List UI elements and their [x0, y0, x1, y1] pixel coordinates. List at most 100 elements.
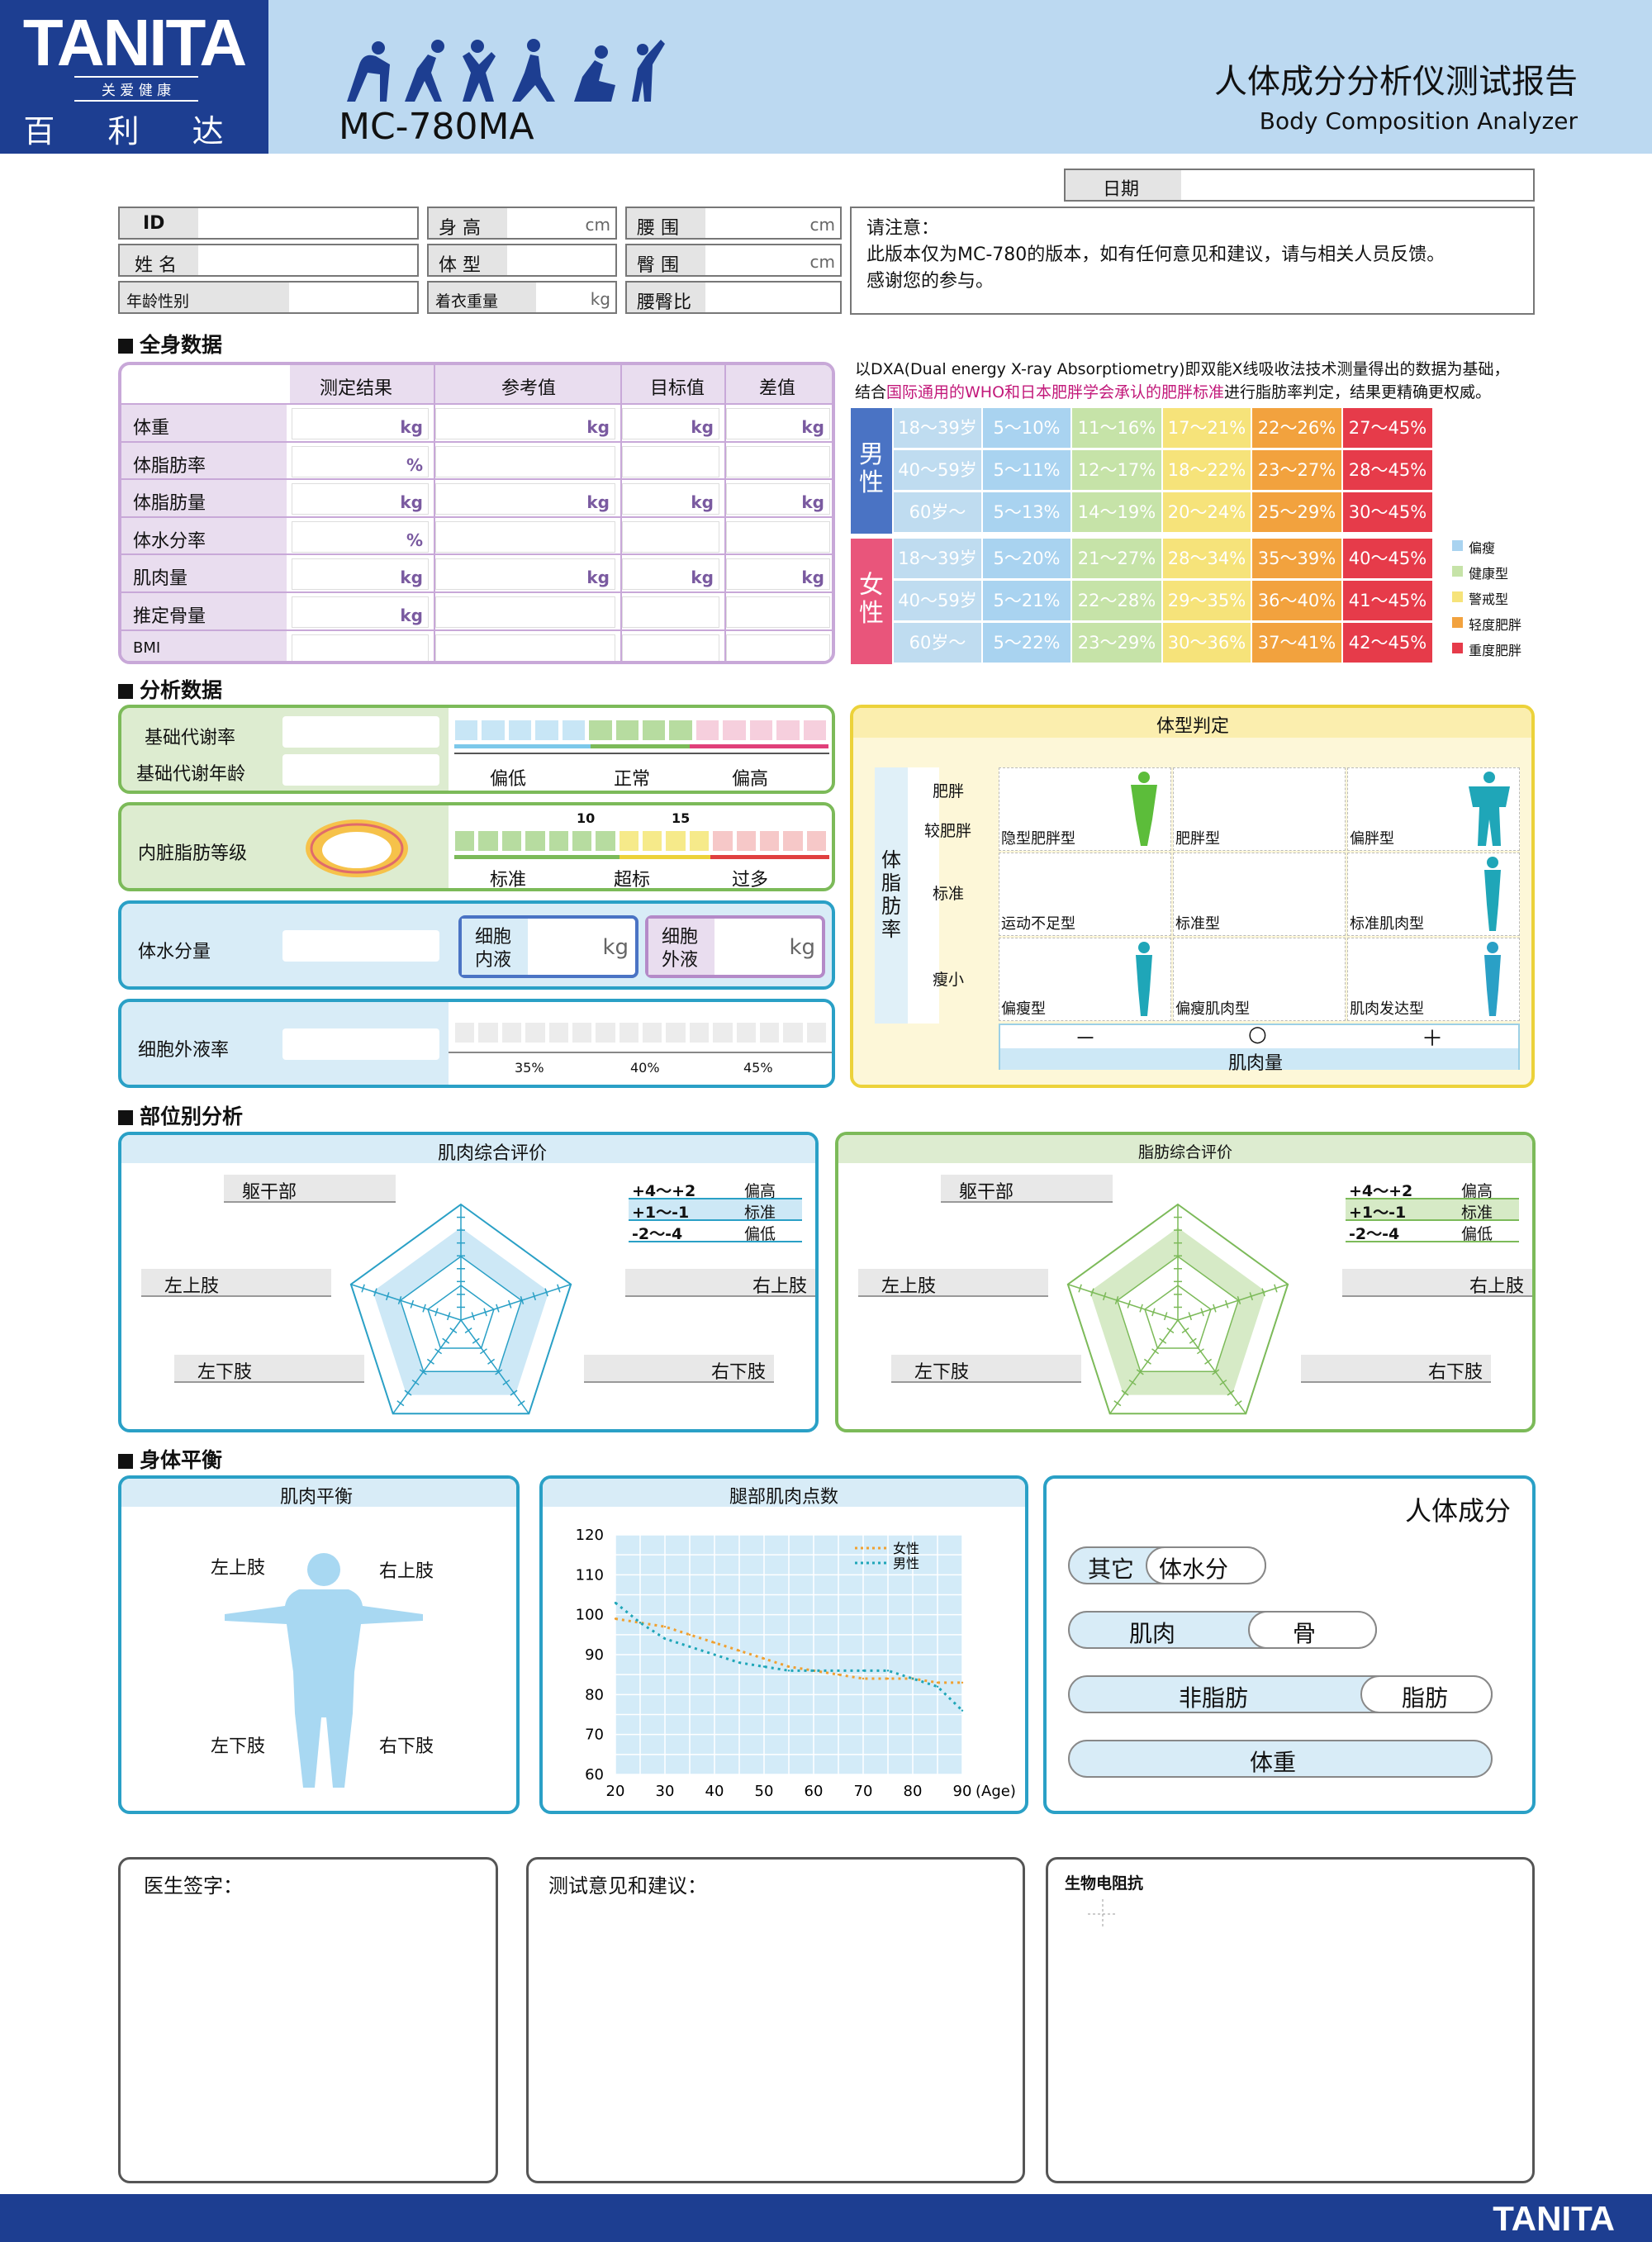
y-tick-label: 60	[585, 1766, 604, 1784]
ecw-ratio-label: 细胞外液率	[138, 1040, 230, 1061]
table-cell[interactable]	[435, 596, 615, 628]
table-cell[interactable]	[726, 634, 830, 661]
comp-muscle: 肌肉	[1129, 1620, 1176, 1647]
segment-part-label: 左下肢	[914, 1362, 970, 1383]
segment-part-field[interactable]: 右上肢	[625, 1269, 815, 1297]
table-cell[interactable]: kg	[435, 483, 615, 515]
scale-segment	[642, 830, 663, 852]
body-type-cell[interactable]: 隐型肥胖型	[999, 767, 1171, 851]
table-cell[interactable]: kg	[726, 558, 830, 591]
segment-part-field[interactable]: 左下肢	[174, 1355, 364, 1383]
table-cell[interactable]	[292, 634, 429, 661]
dxa-cell: 25～29%	[1252, 492, 1341, 532]
series-point	[663, 1625, 667, 1628]
dxa-cell: 11～16%	[1072, 408, 1161, 448]
waist-field[interactable]: 腰 围 cm	[625, 207, 842, 240]
notice-line-1: 请注意：	[866, 218, 940, 239]
body-type-panel: 体型判定 体脂肪率 肥胖 较肥胖 标准 瘦小 － ○ ＋ 肌肉量 隐型肥胖型 肥胖…	[850, 705, 1535, 1088]
table-cell[interactable]	[726, 596, 830, 628]
segment-part-field[interactable]: 右上肢	[1342, 1269, 1532, 1297]
name-field[interactable]: 姓 名	[118, 244, 419, 277]
body-type-cell-label: 偏瘦肌肉型	[1175, 1000, 1250, 1018]
whr-label: 腰臀比	[637, 292, 692, 313]
id-field[interactable]: ID	[118, 207, 419, 240]
segment-part-label: 左上肢	[164, 1276, 220, 1297]
body-type-cell[interactable]: 偏瘦型	[999, 938, 1171, 1021]
segment-part-field[interactable]: 左下肢	[891, 1355, 1081, 1383]
scale-segment	[776, 720, 800, 741]
table-cell[interactable]	[726, 445, 830, 477]
scale-segment	[782, 830, 804, 852]
table-cell[interactable]: kg	[622, 408, 719, 439]
body-type-cell[interactable]: 运动不足型	[999, 853, 1171, 936]
table-cell[interactable]: kg	[622, 558, 719, 591]
table-cell[interactable]	[435, 520, 615, 553]
segment-part-field[interactable]: 左上肢	[141, 1269, 331, 1297]
date-field[interactable]: 日期	[1064, 169, 1535, 202]
hip-unit: cm	[809, 252, 835, 272]
table-cell[interactable]: kg	[726, 483, 830, 515]
hip-field[interactable]: 臀 围 cm	[625, 244, 842, 277]
comp-weight: 体重	[1250, 1749, 1297, 1776]
table-cell[interactable]: kg	[292, 558, 429, 591]
table-cell[interactable]	[622, 520, 719, 553]
body-type-cell[interactable]: 标准肌肉型	[1347, 853, 1520, 936]
dxa-cell: 5～21%	[983, 581, 1070, 620]
dxa-note-2a: 结合	[855, 383, 887, 401]
icw-box[interactable]: 细胞 内液 kg	[458, 915, 638, 978]
segment-part-field[interactable]: 右下肢	[1301, 1355, 1491, 1383]
scale-segment	[477, 1022, 499, 1043]
table-cell[interactable]: kg	[622, 483, 719, 515]
body-type-field[interactable]: 体 型	[427, 244, 617, 277]
ecw-box[interactable]: 细胞 外液 kg	[645, 915, 825, 978]
height-unit: cm	[585, 215, 610, 235]
body-type-cell[interactable]: 标准型	[1173, 853, 1346, 936]
advice-box[interactable]: 测试意见和建议：	[526, 1857, 1025, 2183]
series-point	[961, 1681, 964, 1684]
body-type-cell[interactable]: 肥胖型	[1173, 767, 1346, 851]
cell-unit: kg	[586, 417, 610, 437]
ecw-ratio-value[interactable]	[282, 1028, 439, 1060]
body-type-cell-label: 运动不足型	[1001, 915, 1075, 933]
table-cell[interactable]	[726, 520, 830, 553]
height-field[interactable]: 身 高 cm	[427, 207, 617, 240]
x-mark-minus: －	[1075, 1027, 1097, 1052]
table-cell[interactable]	[622, 634, 719, 661]
age-sex-field[interactable]: 年龄性别	[118, 281, 419, 314]
bia-box[interactable]: 生物电阻抗	[1046, 1857, 1535, 2183]
segment-part-field[interactable]: 右下肢	[584, 1355, 774, 1383]
table-cell[interactable]: kg	[435, 408, 615, 439]
table-cell[interactable]: kg	[726, 408, 830, 439]
series-point	[762, 1657, 766, 1660]
bmr-value[interactable]	[282, 716, 439, 748]
segment-part-field[interactable]: 左上肢	[858, 1269, 1048, 1297]
series-point	[614, 1601, 617, 1604]
table-cell[interactable]	[435, 445, 615, 477]
height-label: 身 高	[439, 218, 481, 239]
doctor-signature-box[interactable]: 医生签字：	[118, 1857, 498, 2183]
bmr-age-value[interactable]	[282, 754, 439, 786]
body-type-cell[interactable]: 偏胖型	[1347, 767, 1520, 851]
table-cell[interactable]: kg	[292, 483, 429, 515]
scale-segment	[571, 1022, 593, 1043]
table-cell[interactable]: %	[292, 445, 429, 477]
water-value[interactable]	[282, 930, 439, 962]
scale-segment	[525, 830, 546, 852]
table-cell[interactable]: %	[292, 520, 429, 553]
body-type-cell[interactable]: 偏瘦肌肉型	[1173, 938, 1346, 1021]
body-type-cell-label: 偏瘦型	[1001, 1000, 1046, 1018]
legend-range: +1～-1	[1349, 1204, 1407, 1222]
scale-segment	[595, 830, 616, 852]
table-cell[interactable]	[622, 445, 719, 477]
table-cell[interactable]	[435, 634, 615, 661]
segment-legend-row: -2～-4 偏低	[1346, 1221, 1519, 1243]
table-cell[interactable]: kg	[435, 558, 615, 591]
table-cell[interactable]	[622, 596, 719, 628]
dxa-cell: 22～26%	[1252, 408, 1341, 448]
fat-radar-title: 脂肪综合评价	[1138, 1143, 1233, 1161]
table-cell[interactable]: kg	[292, 596, 429, 628]
body-type-cell[interactable]: 肌肉发达型	[1347, 938, 1520, 1021]
table-cell[interactable]: kg	[292, 408, 429, 439]
whr-field[interactable]: 腰臀比	[625, 281, 842, 314]
clothes-field[interactable]: 着衣重量 kg	[427, 281, 617, 314]
